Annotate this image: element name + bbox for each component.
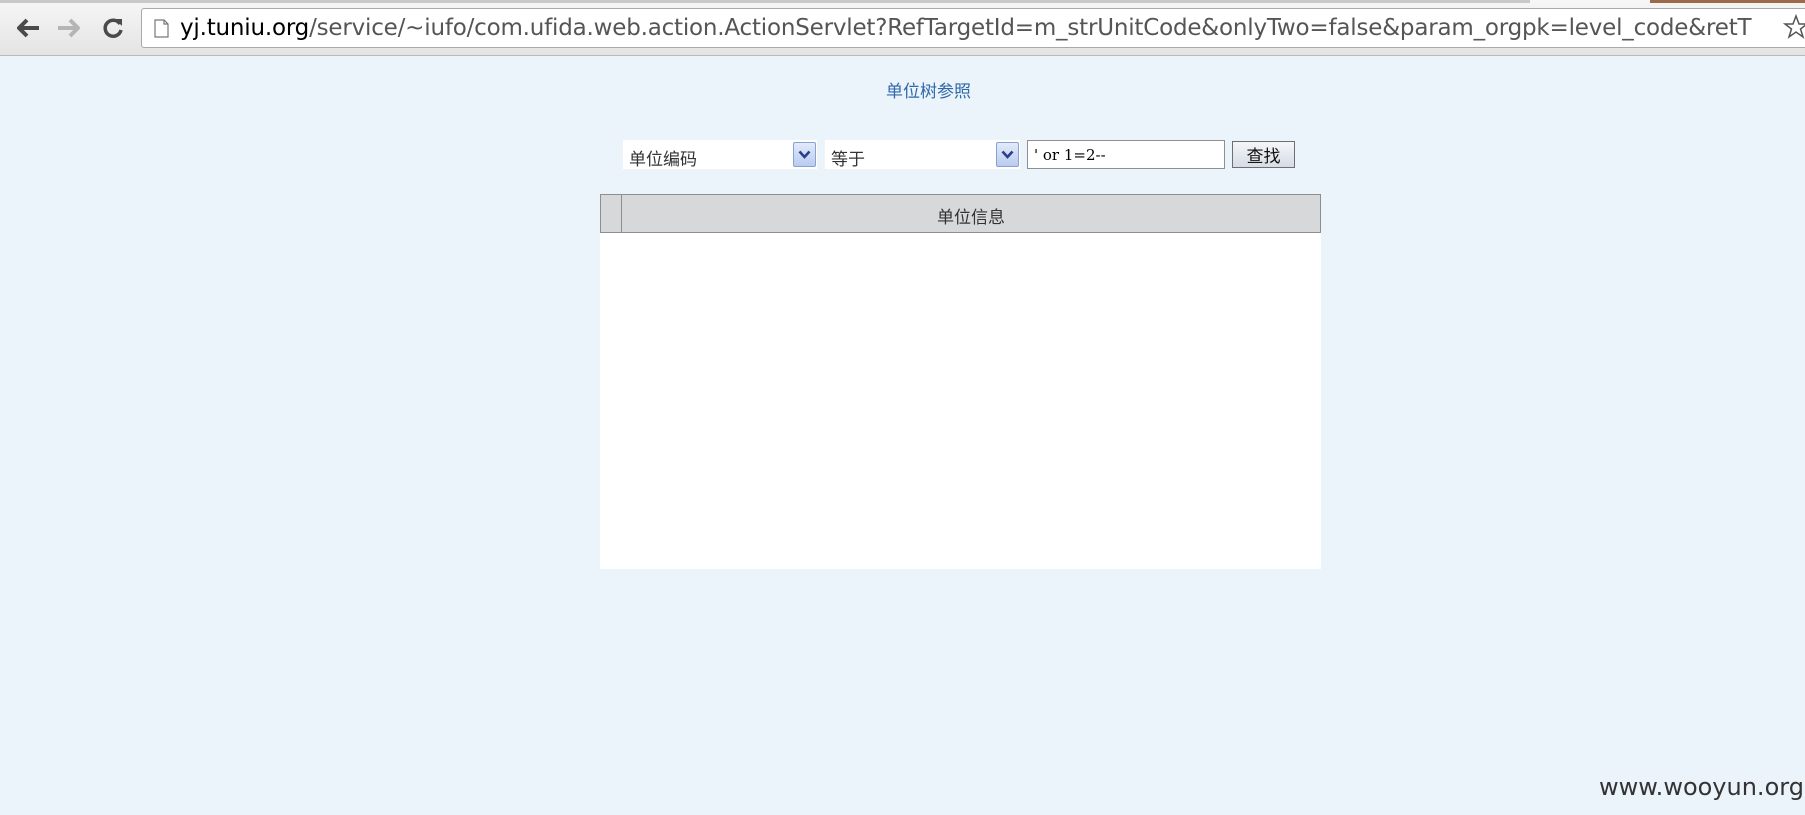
unit-table: 单位信息 xyxy=(600,194,1321,569)
operator-select-arrow[interactable] xyxy=(996,142,1019,167)
forward-button[interactable] xyxy=(53,12,85,44)
table-header-corner xyxy=(601,195,622,232)
address-bar[interactable]: yj.tuniu.org/service/~iufo/com.ufida.web… xyxy=(141,8,1805,48)
field-select-value: 单位编码 xyxy=(629,150,697,170)
reload-button[interactable] xyxy=(97,12,129,44)
field-select-arrow[interactable] xyxy=(793,142,816,167)
chevron-down-icon xyxy=(798,150,811,159)
table-header-label: 单位信息 xyxy=(937,208,1005,228)
reload-icon xyxy=(103,18,123,38)
url-path: /service/~iufo/com.ufida.web.action.Acti… xyxy=(309,15,1752,41)
page-title: 单位树参照 xyxy=(886,82,971,102)
tab-strip xyxy=(0,0,1530,3)
url-text: yj.tuniu.org/service/~iufo/com.ufida.web… xyxy=(180,15,1752,41)
page-icon xyxy=(154,19,169,38)
field-select[interactable]: 单位编码 xyxy=(622,139,818,170)
back-arrow-icon xyxy=(17,18,39,38)
table-header: 单位信息 xyxy=(600,194,1321,233)
operator-select-value: 等于 xyxy=(831,150,865,170)
url-host: yj.tuniu.org xyxy=(180,15,310,41)
back-button[interactable] xyxy=(12,12,44,44)
find-button[interactable]: 查找 xyxy=(1232,141,1295,168)
watermark: www.wooyun.org xyxy=(1599,773,1804,801)
search-input[interactable] xyxy=(1027,140,1225,169)
browser-toolbar: yj.tuniu.org/service/~iufo/com.ufida.web… xyxy=(0,0,1805,56)
forward-arrow-icon xyxy=(58,18,80,38)
bookmark-star-icon[interactable] xyxy=(1782,13,1805,44)
chevron-down-icon xyxy=(1001,150,1014,159)
tab-strip-end xyxy=(1650,0,1805,3)
operator-select[interactable]: 等于 xyxy=(824,139,1021,170)
